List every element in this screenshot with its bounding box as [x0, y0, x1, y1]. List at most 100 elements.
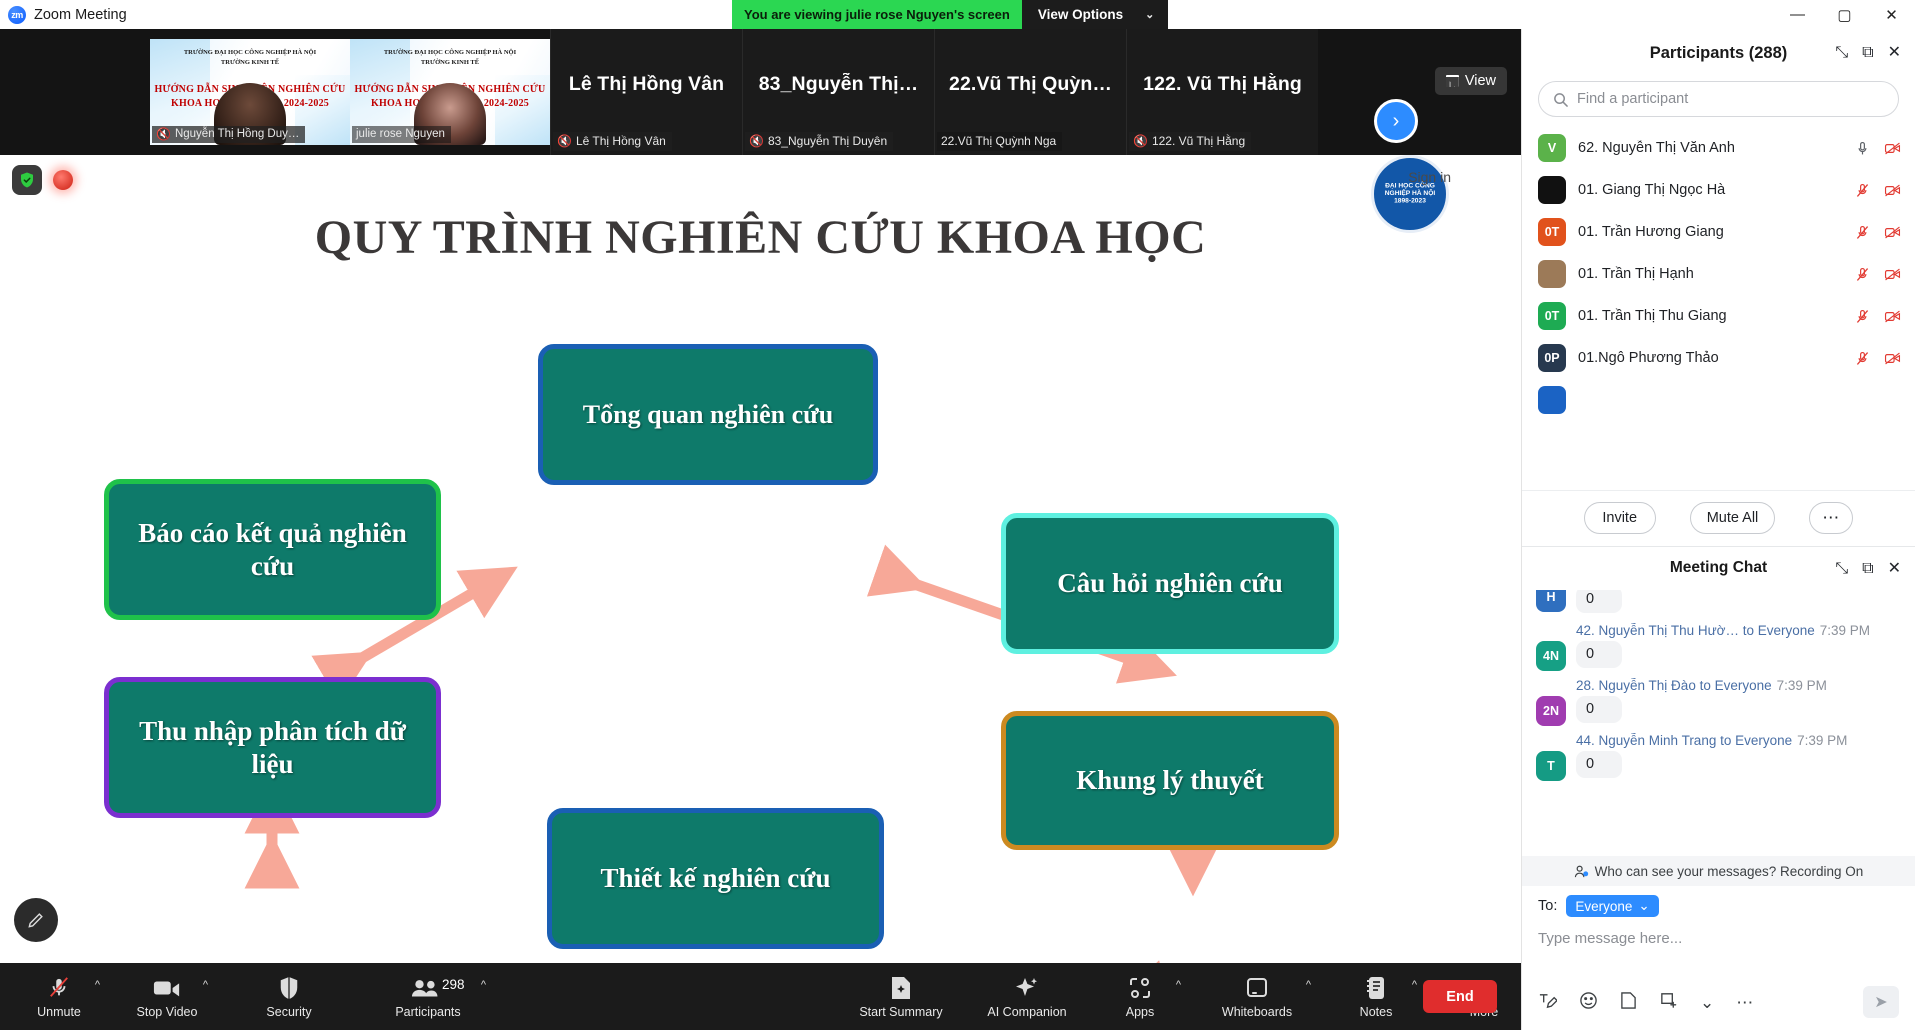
view-options-label: View Options	[1037, 7, 1124, 22]
participant-row[interactable]: 0T 01. Trần Thị Thu Giang	[1522, 295, 1915, 337]
video-tile[interactable]: Lê Thị Hồng Vân 🔇 Lê Thị Hồng Vân	[550, 29, 742, 155]
video-off-icon[interactable]	[1884, 224, 1901, 241]
thumbnail-name-label: julie rose Nguyen	[352, 126, 451, 143]
chevron-up-icon[interactable]: ^	[1412, 979, 1417, 991]
chat-privacy-notice[interactable]: Who can see your messages? Recording On	[1522, 856, 1915, 886]
popout-chat-icon[interactable]: ⧉	[1862, 560, 1873, 577]
chat-message-text: 0	[1576, 750, 1622, 778]
search-participant-input[interactable]: Find a participant	[1538, 81, 1899, 117]
chat-message-list[interactable]: H 0 4N 42. Nguyễn Thị Thu Hườ… to Everyo…	[1522, 589, 1915, 857]
view-layout-button[interactable]: View	[1434, 67, 1507, 95]
file-attach-icon[interactable]	[1620, 991, 1637, 1013]
toolbar-participants-button[interactable]: 298 Participants ^	[376, 963, 486, 1030]
chat-sender: 44. Nguyễn Minh Trang to Everyone	[1576, 732, 1793, 748]
video-tile[interactable]: 122. Vũ Thị Hằng 🔇 122. Vũ Thị Hằng	[1126, 29, 1318, 155]
chat-to-label: To:	[1538, 898, 1558, 914]
participant-row[interactable]: V 62. Nguyễn Thị Văn Anh	[1522, 127, 1915, 169]
participant-name: 01. Trần Hương Giang	[1578, 224, 1724, 240]
participant-name: 83_Nguyễn Thị Duyên	[767, 134, 888, 148]
participant-row[interactable]	[1522, 379, 1915, 421]
toolbar-stop-video-button[interactable]: Stop Video ^	[130, 963, 208, 1030]
grid-view-icon	[1445, 75, 1459, 87]
avatar: H	[1536, 589, 1566, 612]
participant-status-icons	[1854, 140, 1901, 157]
participant-row[interactable]: 0P 01.Ngô Phương Thảo	[1522, 337, 1915, 379]
participant-row[interactable]: 0T 01. Trần Hương Giang	[1522, 211, 1915, 253]
video-tile[interactable]: 83_Nguyễn Thị… 🔇 83_Nguyễn Thị Duyên	[742, 29, 934, 155]
minimize-button[interactable]: —	[1774, 0, 1821, 29]
diagram-node-khung-ly-thuyet: Khung lý thuyết	[1001, 711, 1339, 850]
view-button-label: View	[1464, 73, 1496, 89]
video-camera-icon	[153, 975, 181, 1001]
mute-all-button[interactable]: Mute All	[1689, 502, 1776, 534]
mic-off-icon[interactable]	[1854, 224, 1871, 241]
end-meeting-button[interactable]: End	[1423, 980, 1497, 1013]
chat-message-input[interactable]: Type message here...	[1522, 926, 1915, 974]
avatar: 0P	[1538, 344, 1566, 372]
chat-message: 2N 28. Nguyễn Thị Đào to Everyone 7:39 PM…	[1522, 678, 1915, 726]
close-button[interactable]: ✕	[1868, 0, 1915, 29]
whiteboard-icon	[1245, 975, 1269, 1001]
chevron-up-icon[interactable]: ^	[1176, 979, 1181, 991]
window-title-bar: zm Zoom Meeting You are viewing julie ro…	[0, 0, 1915, 29]
video-off-icon[interactable]	[1884, 308, 1901, 325]
toolbar-notes-button[interactable]: Notes ^	[1339, 963, 1417, 1030]
close-chat-icon[interactable]: ✕	[1888, 560, 1901, 577]
toolbar-apps-button[interactable]: Apps ^	[1103, 963, 1181, 1030]
minimize-chat-icon[interactable]: ⤡	[1835, 560, 1848, 577]
chevron-up-icon[interactable]: ^	[1306, 979, 1311, 991]
mic-off-icon[interactable]	[1854, 266, 1871, 283]
video-tile-display-name: 122. Vũ Thị Hằng	[1143, 72, 1302, 95]
send-message-button[interactable]: ➤	[1863, 986, 1899, 1018]
participant-name: 01.Ngô Phương Thảo	[1578, 350, 1719, 366]
video-off-icon[interactable]	[1884, 140, 1901, 157]
toolbar-unmute-button[interactable]: Unmute ^	[22, 963, 100, 1030]
chat-more-icon[interactable]: ⋯	[1736, 994, 1753, 1011]
video-tile-name-label: 🔇 122. Vũ Thị Hằng	[1129, 132, 1252, 151]
mic-off-icon[interactable]	[1854, 182, 1871, 199]
format-text-icon[interactable]	[1538, 991, 1558, 1013]
avatar: 0T	[1538, 218, 1566, 246]
thumbnail-name-label: 🔇 Nguyễn Thị Hồng Duy…	[152, 126, 306, 143]
mic-on-icon[interactable]	[1854, 140, 1871, 157]
diagram-node-tong-quan: Tổng quan nghiên cứu	[538, 344, 878, 485]
view-options-button[interactable]: View Options ⌄	[1021, 0, 1169, 29]
participant-filmstrip[interactable]: TRƯỜNG ĐẠI HỌC CÔNG NGHIỆP HÀ NỘI TRƯỜNG…	[0, 29, 1521, 155]
chevron-up-icon[interactable]: ^	[481, 979, 486, 991]
chevron-up-icon[interactable]: ^	[203, 979, 208, 991]
mic-off-icon[interactable]	[1854, 308, 1871, 325]
video-off-icon[interactable]	[1884, 182, 1901, 199]
screenshot-icon[interactable]	[1659, 991, 1678, 1013]
chevron-down-icon[interactable]: ⌄	[1700, 994, 1714, 1011]
participant-row[interactable]: 01. Trần Thị Hạnh	[1522, 253, 1915, 295]
chat-message-text: 0	[1576, 589, 1622, 613]
video-tile-display-name: 22.Vũ Thị Quỳn…	[949, 72, 1112, 95]
invite-button[interactable]: Invite	[1583, 502, 1656, 534]
toolbar-ai-companion-button[interactable]: AI Companion	[973, 963, 1081, 1030]
chat-recipient-dropdown[interactable]: Everyone ⌄	[1566, 895, 1659, 917]
filmstrip-next-button[interactable]: ›	[1374, 99, 1418, 143]
video-off-icon[interactable]	[1884, 266, 1901, 283]
annotate-pen-button[interactable]	[14, 898, 58, 942]
participants-panel-actions: ⤡ ⧉ ✕	[1835, 29, 1901, 77]
video-tile[interactable]: 22.Vũ Thị Quỳn… 22.Vũ Thị Quỳnh Nga	[934, 29, 1126, 155]
minimize-panel-icon[interactable]: ⤡	[1835, 45, 1848, 61]
screen-share-banner: You are viewing julie rose Nguyen's scre…	[732, 0, 1169, 29]
participant-name: Nguyễn Thị Hồng Duy…	[174, 128, 300, 140]
thumbnail-tile-active-speaker[interactable]: TRƯỜNG ĐẠI HỌC CÔNG NGHIỆP HÀ NỘI TRƯỜNG…	[350, 39, 550, 145]
toolbar-security-button[interactable]: Security	[252, 963, 326, 1030]
toolbar-start-summary-button[interactable]: Start Summary	[851, 963, 951, 1030]
toolbar-whiteboards-button[interactable]: Whiteboards ^	[1209, 963, 1311, 1030]
video-off-icon[interactable]	[1884, 350, 1901, 367]
popout-panel-icon[interactable]: ⧉	[1862, 45, 1873, 61]
chevron-up-icon[interactable]: ^	[95, 979, 100, 991]
mic-off-icon: 🔇	[1133, 134, 1148, 148]
participants-more-button[interactable]: ⋯	[1809, 502, 1854, 534]
close-panel-icon[interactable]: ✕	[1888, 45, 1901, 61]
participant-row[interactable]: 01. Giang Thị Ngọc Hà	[1522, 169, 1915, 211]
thumbnail-tile[interactable]: TRƯỜNG ĐẠI HỌC CÔNG NGHIỆP HÀ NỘI TRƯỜNG…	[150, 39, 350, 145]
mic-off-icon[interactable]	[1854, 350, 1871, 367]
emoji-icon[interactable]	[1579, 991, 1598, 1013]
participants-list[interactable]: V 62. Nguyễn Thị Văn Anh 01. Giang Thị N…	[1522, 127, 1915, 490]
maximize-button[interactable]: ▢	[1821, 0, 1868, 29]
